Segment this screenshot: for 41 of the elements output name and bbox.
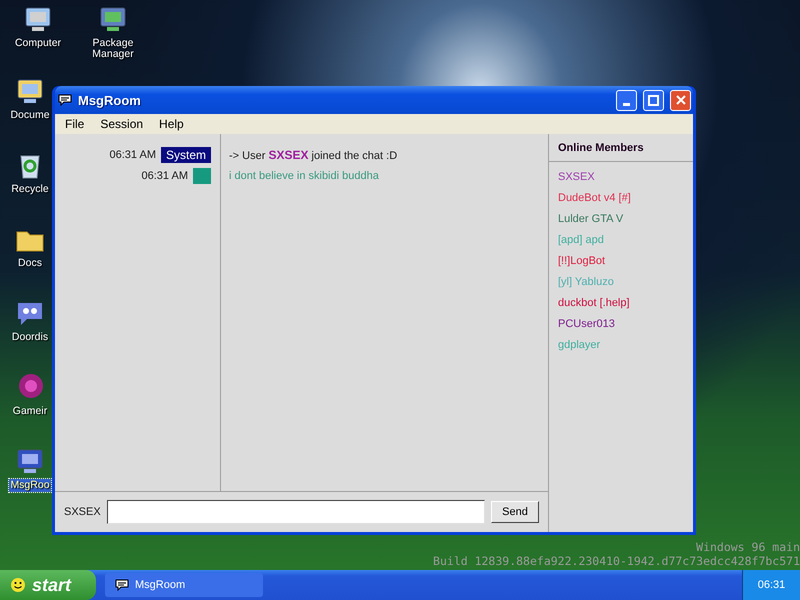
members-heading: Online Members: [549, 134, 693, 162]
minimize-icon: [623, 102, 630, 106]
chat-bubble-icon: [115, 579, 129, 591]
icon-label[interactable]: Gameir: [12, 405, 48, 418]
menu-item[interactable]: File: [57, 117, 92, 131]
chat-bubble-icon: [58, 94, 72, 106]
taskbar-task[interactable]: MsgRoom: [105, 573, 263, 597]
window-title: MsgRoom: [78, 92, 142, 108]
close-icon: [676, 95, 686, 105]
clock: 06:31: [742, 570, 800, 600]
icon-label[interactable]: Docs: [17, 257, 43, 270]
icon-label[interactable]: Doordis: [10, 331, 50, 344]
smiley-icon: [10, 577, 26, 593]
minimize-button[interactable]: [616, 90, 637, 110]
build-info-text: Build 12839.88efa922.230410-1942.d77c73edcc428f7bc571: [433, 554, 800, 568]
message-time: 06:31 AM: [142, 170, 188, 182]
icon-label[interactable]: Package Manager: [91, 37, 135, 61]
message-time: 06:31 AM: [110, 149, 156, 161]
message-text: i dont believe in skibidi buddha: [229, 169, 380, 184]
message-input[interactable]: [106, 500, 485, 524]
icon-label[interactable]: Computer: [14, 37, 62, 50]
member-name[interactable]: [!!]LogBot: [558, 253, 684, 269]
message-text: -> User SXSEX joined the chat :D: [229, 147, 398, 163]
member-name[interactable]: duckbot [.help]: [558, 295, 684, 311]
member-name[interactable]: Lulder GTA V: [558, 211, 684, 227]
start-button[interactable]: start: [0, 570, 96, 600]
icon-label[interactable]: Recycle: [10, 183, 50, 196]
icon-label[interactable]: Docume: [9, 109, 51, 122]
menu-item[interactable]: Session: [92, 117, 152, 131]
maximize-icon: [648, 94, 659, 106]
send-button[interactable]: Send: [491, 501, 539, 523]
build-info-text: Windows 96 main: [696, 540, 800, 554]
icon-label[interactable]: MsgRoo: [9, 479, 51, 492]
member-name[interactable]: PCUser013: [558, 316, 684, 332]
menu-item[interactable]: Help: [151, 117, 192, 131]
nickname-label: SXSEX: [64, 506, 101, 518]
maximize-button[interactable]: [643, 90, 664, 110]
member-name[interactable]: SXSEX: [558, 169, 684, 185]
author-label: System: [160, 147, 211, 163]
close-button[interactable]: [670, 90, 691, 110]
member-name[interactable]: DudeBot v4 [#]: [558, 190, 684, 206]
